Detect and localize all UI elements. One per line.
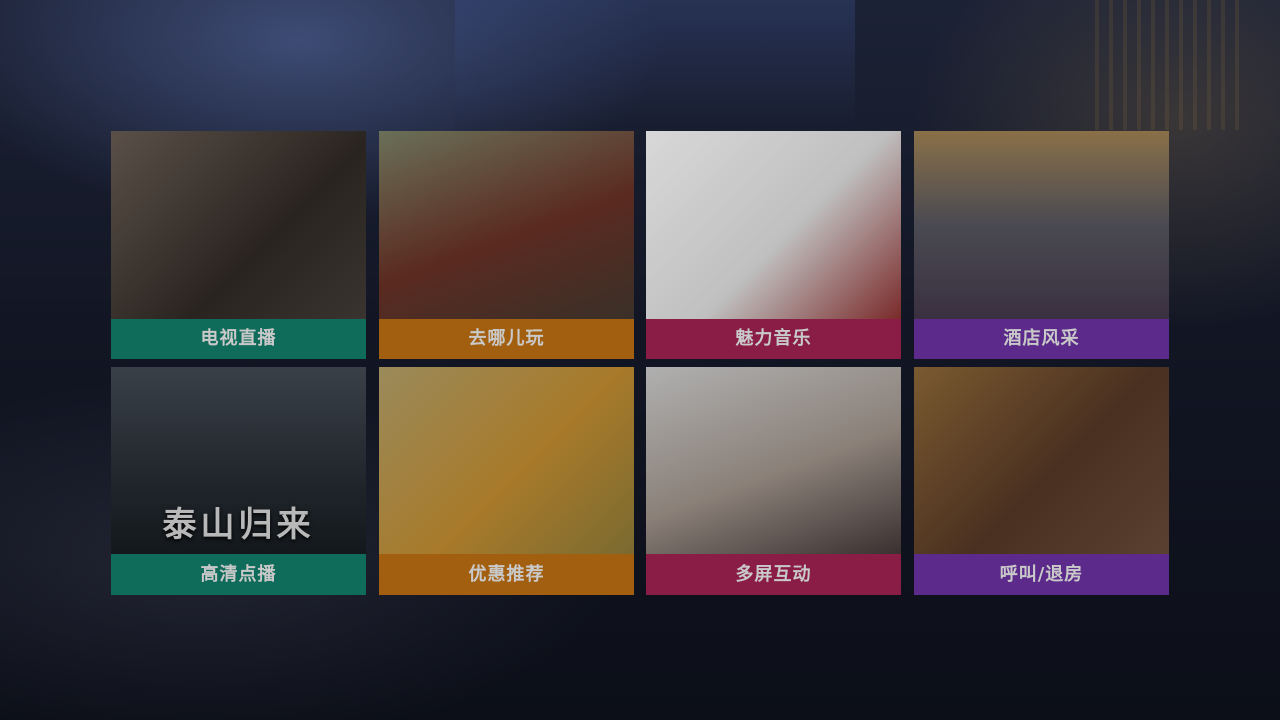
tile-promotions-label: 优惠推荐	[379, 554, 634, 595]
tile-where-to-go[interactable]: 去哪儿玩	[379, 131, 634, 359]
vod-poster-title: 泰山归来	[162, 505, 315, 545]
tile-multiscreen[interactable]: 多屏互动	[646, 367, 901, 595]
live-tv-image	[111, 131, 366, 319]
where-to-go-image	[379, 131, 634, 319]
tile-hd-vod-label: 高清点播	[111, 554, 366, 595]
promotions-image	[379, 367, 634, 554]
hd-vod-image: 泰山归来	[111, 367, 366, 554]
tile-hotel-showcase[interactable]: 酒店风采	[914, 131, 1169, 359]
multiscreen-image	[646, 367, 901, 554]
hotel-showcase-image	[914, 131, 1169, 319]
tile-live-tv[interactable]: 电视直播	[111, 131, 366, 359]
hotel-tv-home-screen: 电视直播 去哪儿玩 魅力音乐 酒店风采 泰山归来 高清点播 优惠推荐 多屏互动 …	[0, 0, 1280, 720]
background-window	[455, 0, 855, 130]
tile-where-to-go-label: 去哪儿玩	[379, 319, 634, 359]
music-image	[646, 131, 901, 319]
tile-music[interactable]: 魅力音乐	[646, 131, 901, 359]
menu-grid: 电视直播 去哪儿玩 魅力音乐 酒店风采 泰山归来 高清点播 优惠推荐 多屏互动 …	[111, 131, 1170, 595]
call-checkout-image	[914, 367, 1169, 554]
background-curtain	[1095, 0, 1245, 130]
tile-call-checkout[interactable]: 呼叫/退房	[914, 367, 1169, 595]
tile-call-checkout-label: 呼叫/退房	[914, 554, 1169, 595]
tile-hd-vod[interactable]: 泰山归来 高清点播	[111, 367, 366, 595]
tile-live-tv-label: 电视直播	[111, 319, 366, 359]
tile-multiscreen-label: 多屏互动	[646, 554, 901, 595]
tile-promotions[interactable]: 优惠推荐	[379, 367, 634, 595]
tile-hotel-showcase-label: 酒店风采	[914, 319, 1169, 359]
tile-music-label: 魅力音乐	[646, 319, 901, 359]
